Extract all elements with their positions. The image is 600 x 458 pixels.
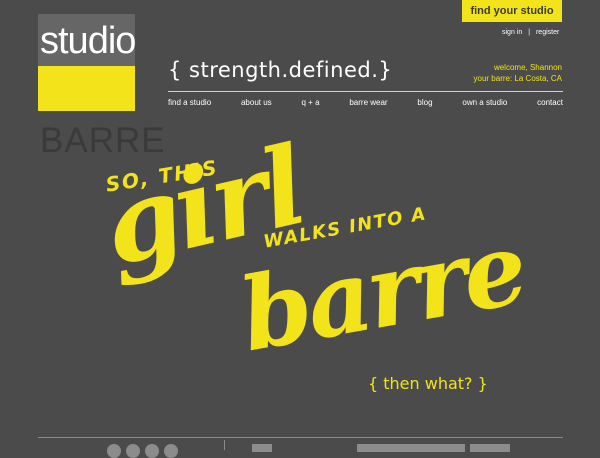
footer-divider [38, 437, 563, 438]
nav-contact[interactable]: contact [537, 98, 563, 107]
logo-bottom-block: BARRE [38, 66, 165, 160]
welcome-block: welcome, Shannon your barre: La Costa, C… [474, 62, 562, 84]
facebook-icon[interactable] [107, 444, 121, 458]
newsletter-submit-button[interactable] [470, 444, 510, 452]
logo-text-barre: BARRE [40, 121, 166, 160]
register-link[interactable]: register [536, 29, 559, 36]
nav-blog[interactable]: blog [417, 98, 432, 107]
nav-about-us[interactable]: about us [241, 98, 272, 107]
tagline: { strength.defined.} [168, 58, 393, 82]
twitter-icon[interactable] [126, 444, 140, 458]
auth-separator: | [528, 29, 531, 36]
logo[interactable]: studio BARRE [38, 14, 165, 160]
newsletter-email-input[interactable] [357, 444, 465, 452]
logo-text-studio: studio [40, 20, 136, 62]
header-divider [168, 91, 563, 92]
nav-find-a-studio[interactable]: find a studio [168, 98, 211, 107]
find-your-studio-button[interactable]: find your studio [462, 0, 562, 22]
nav-q-and-a[interactable]: q + a [302, 98, 320, 107]
hero-then-what: { then what? } [368, 374, 488, 393]
nav-barre-wear[interactable]: barre wear [349, 98, 387, 107]
footer-separator [224, 440, 225, 450]
logo-top-block: studio [38, 14, 136, 66]
welcome-text: welcome, Shannon [493, 63, 562, 72]
pinterest-icon[interactable] [145, 444, 159, 458]
instagram-icon[interactable] [164, 444, 178, 458]
nav-own-a-studio[interactable]: own a studio [462, 98, 507, 107]
your-barre-link[interactable]: your barre: La Costa, CA [474, 73, 562, 84]
main-nav: find a studio about us q + a barre wear … [168, 98, 563, 107]
sign-in-link[interactable]: sign in [502, 29, 522, 36]
mail-icon [252, 444, 272, 452]
auth-links: sign in | register [500, 29, 561, 36]
